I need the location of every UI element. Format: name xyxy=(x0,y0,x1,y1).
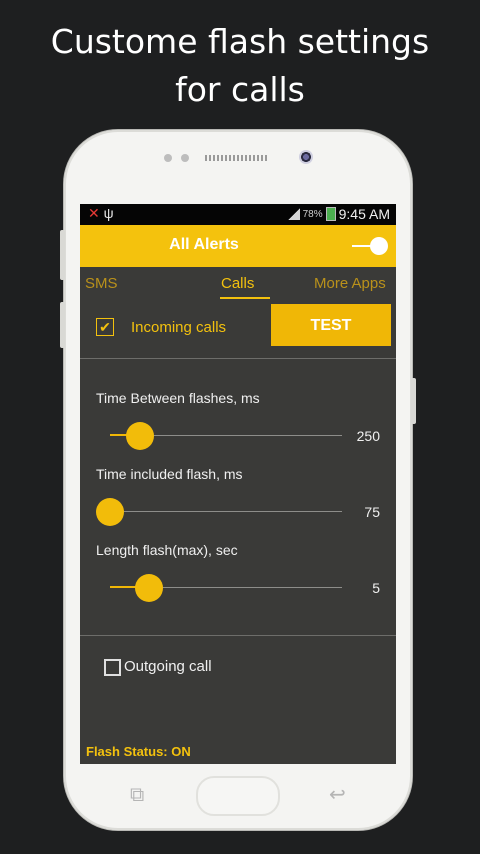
incoming-calls-checkbox[interactable]: ✔ xyxy=(96,318,114,336)
volume-button-down xyxy=(60,302,65,348)
slider-value-between: 250 xyxy=(356,428,380,444)
clock: 9:45 AM xyxy=(338,206,390,222)
sensor-dot xyxy=(181,154,189,162)
signal-icon xyxy=(287,208,300,220)
slider-thumb[interactable] xyxy=(126,422,155,450)
volume-button xyxy=(60,230,65,280)
tab-calls[interactable]: Calls xyxy=(221,275,254,292)
front-camera xyxy=(299,150,313,164)
promo-headline: Custome flash settings for calls xyxy=(0,18,480,114)
app-screen: ✕ ψ 78% 9:45 AM All Alerts SMS Calls Mor… xyxy=(80,204,396,764)
status-bar: ✕ ψ 78% 9:45 AM xyxy=(80,204,396,225)
incoming-calls-row: ✔ Incoming calls TEST xyxy=(80,301,396,359)
usb-icon: ψ xyxy=(103,205,114,221)
time-between-slider[interactable] xyxy=(110,421,342,451)
incoming-calls-label: Incoming calls xyxy=(131,319,227,336)
slider-label-included: Time included flash, ms xyxy=(96,466,243,482)
status-icons-left: ✕ ψ xyxy=(88,205,114,222)
tab-more-apps[interactable]: More Apps xyxy=(314,275,386,292)
slider-value-length: 5 xyxy=(372,580,380,596)
missed-call-icon: ✕ xyxy=(88,205,100,221)
back-icon[interactable]: ↩ xyxy=(329,782,346,806)
test-button[interactable]: TEST xyxy=(271,304,391,346)
slider-rail xyxy=(110,511,342,512)
divider xyxy=(80,635,396,636)
toggle-knob xyxy=(370,237,388,255)
divider xyxy=(80,358,396,359)
master-toggle[interactable] xyxy=(350,235,390,257)
outgoing-call-label: Outgoing call xyxy=(124,658,212,675)
slider-label-length: Length flash(max), sec xyxy=(96,542,238,558)
outgoing-call-row[interactable]: Outgoing call xyxy=(104,657,364,677)
earpiece-speaker xyxy=(205,155,269,161)
slider-label-between: Time Between flashes, ms xyxy=(96,390,260,406)
flash-status: Flash Status: ON xyxy=(86,744,191,759)
app-title: All Alerts xyxy=(169,236,239,253)
active-tab-indicator xyxy=(220,297,270,299)
slider-thumb[interactable] xyxy=(135,574,164,602)
tab-bar: SMS Calls More Apps xyxy=(80,267,396,301)
status-icons-right: 78% 9:45 AM xyxy=(287,206,390,222)
tab-sms[interactable]: SMS xyxy=(85,275,118,292)
sensor-dot xyxy=(164,154,172,162)
length-flash-slider[interactable] xyxy=(110,573,342,603)
promo-line-2: for calls xyxy=(175,70,305,109)
battery-icon xyxy=(325,207,336,221)
home-button[interactable] xyxy=(196,776,280,816)
slider-value-included: 75 xyxy=(364,504,380,520)
outgoing-call-checkbox[interactable] xyxy=(104,659,121,676)
slider-thumb[interactable] xyxy=(96,498,124,526)
recent-apps-icon[interactable]: ⧉ xyxy=(130,782,144,806)
promo-line-1: Custome flash settings xyxy=(50,22,430,61)
battery-percent: 78% xyxy=(302,208,323,220)
app-bar: All Alerts xyxy=(80,225,396,267)
power-button xyxy=(411,378,416,424)
time-included-slider[interactable] xyxy=(96,497,342,527)
